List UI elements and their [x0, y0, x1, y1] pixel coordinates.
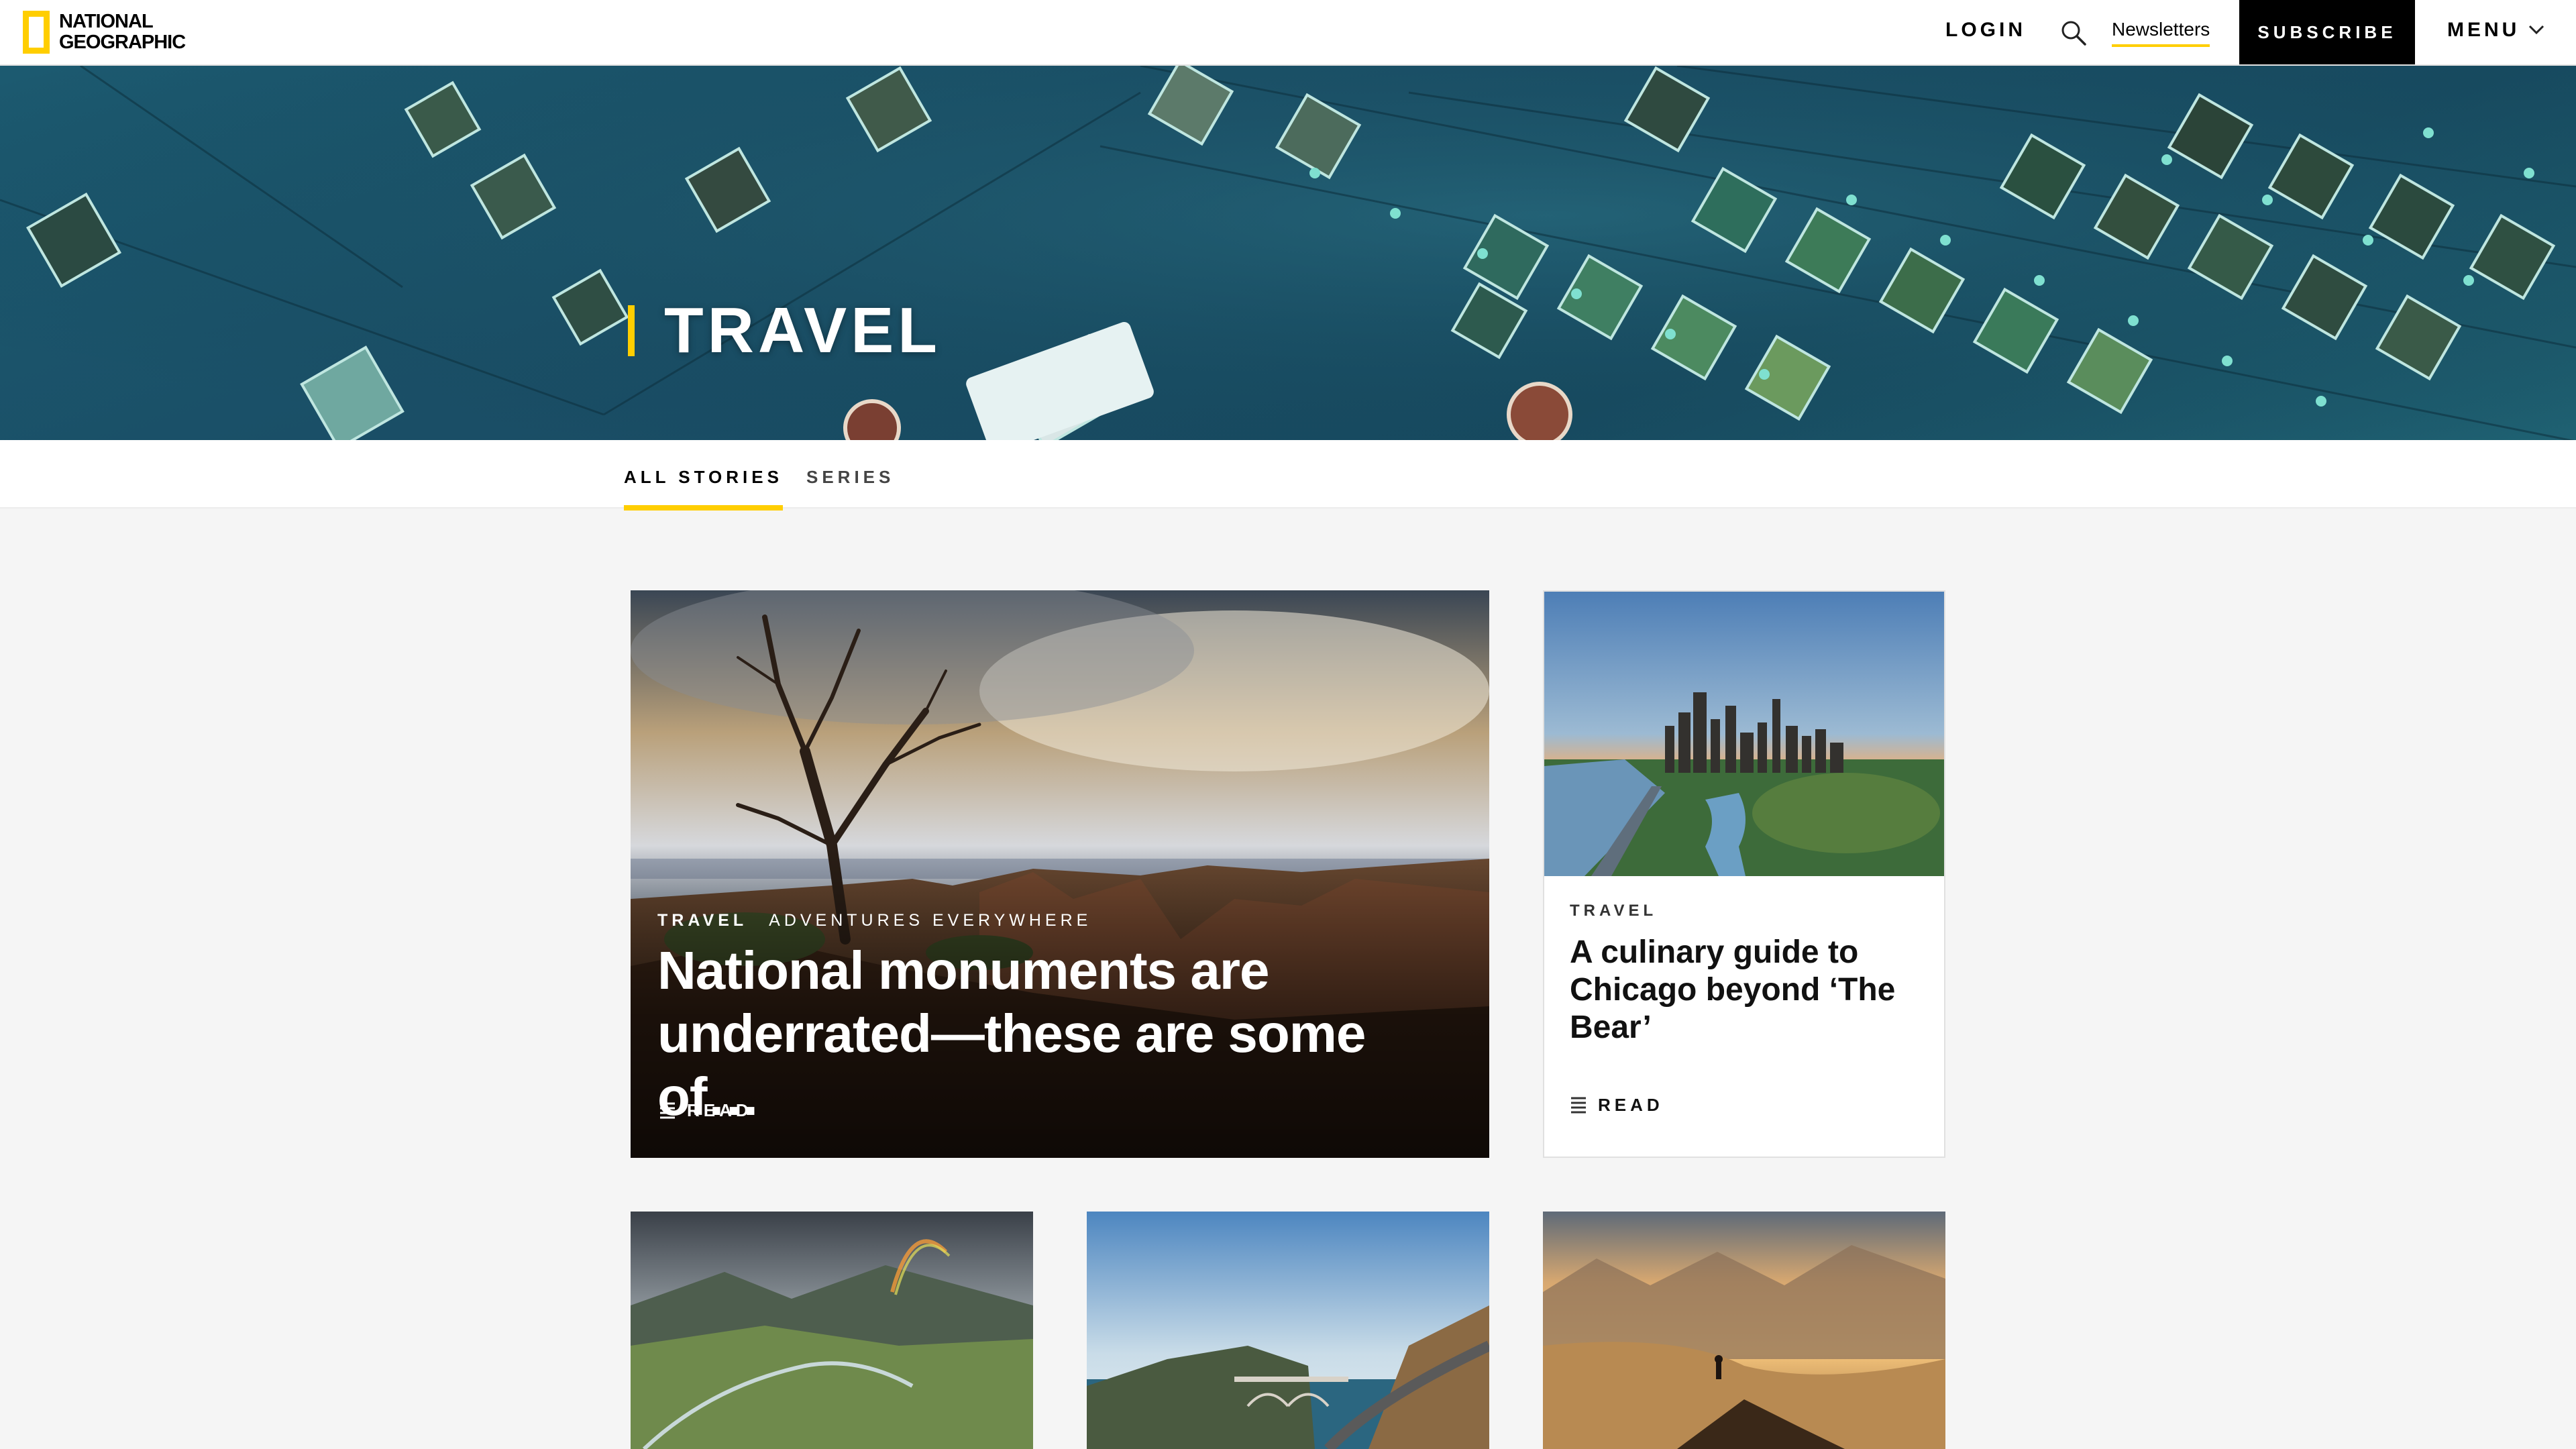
search-icon[interactable] [2059, 19, 2088, 47]
feature-headline[interactable]: National monuments are underrated—these … [657, 939, 1462, 1128]
feature-meta: TRAVEL ADVENTURES EVERYWHERE [657, 911, 1091, 930]
subscribe-button[interactable]: SUBSCRIBE [2239, 0, 2415, 64]
tab-all-stories[interactable]: ALL STORIES [624, 467, 783, 511]
article-lines-icon [1571, 1097, 1586, 1113]
feature-category[interactable]: TRAVEL [657, 911, 747, 930]
menu-label: MENU [2447, 19, 2520, 41]
logo-wordmark: NATIONAL GEOGRAPHIC [59, 11, 186, 53]
side-headline[interactable]: A culinary guide to Chicago beyond ‘The … [1570, 934, 1919, 1046]
menu-button[interactable]: MENU [2447, 19, 2545, 42]
logo-line1: NATIONAL [59, 11, 154, 32]
page-title: TRAVEL [628, 294, 941, 368]
hero-banner: TRAVEL [0, 66, 2576, 440]
chevron-down-icon [2529, 25, 2544, 35]
rainbow-valley-image [631, 1212, 1033, 1449]
tab-series[interactable]: SERIES [806, 467, 894, 505]
login-link[interactable]: LOGIN [1945, 19, 2026, 42]
article-lines-icon [660, 1102, 675, 1118]
story-card-coastal-bridge[interactable] [1087, 1212, 1489, 1449]
feature-series[interactable]: ADVENTURES EVERYWHERE [769, 911, 1091, 930]
feature-read-label: READ [687, 1100, 753, 1120]
coastal-bridge-image [1087, 1212, 1489, 1449]
side-category[interactable]: TRAVEL [1570, 902, 1657, 920]
site-header: NATIONAL GEOGRAPHIC LOGIN Newsletters SU… [0, 0, 2576, 66]
chicago-skyline-image [1544, 592, 1944, 876]
yellow-border-logo-mark [23, 11, 50, 54]
feature-read-link[interactable]: READ [660, 1100, 753, 1121]
newsletters-link[interactable]: Newsletters [2112, 19, 2210, 47]
side-read-label: READ [1598, 1095, 1664, 1115]
side-read-link[interactable]: READ [1571, 1095, 1664, 1116]
section-tabs: ALL STORIES SERIES [0, 440, 2576, 511]
title-accent-bar [628, 305, 635, 356]
story-card-mountain-sunrise[interactable] [1543, 1212, 1945, 1449]
natgeo-logo[interactable]: NATIONAL GEOGRAPHIC [23, 9, 186, 55]
side-story-card[interactable]: TRAVEL A culinary guide to Chicago beyon… [1543, 590, 1945, 1158]
hero-aerial-fish-farm-image [0, 66, 2576, 440]
story-card-rainbow-valley[interactable] [631, 1212, 1033, 1449]
mountain-sunrise-image [1543, 1212, 1945, 1449]
feature-story-card[interactable]: TRAVEL ADVENTURES EVERYWHERE National mo… [631, 590, 1489, 1158]
page-title-text: TRAVEL [664, 294, 941, 366]
logo-line2: GEOGRAPHIC [59, 32, 186, 53]
